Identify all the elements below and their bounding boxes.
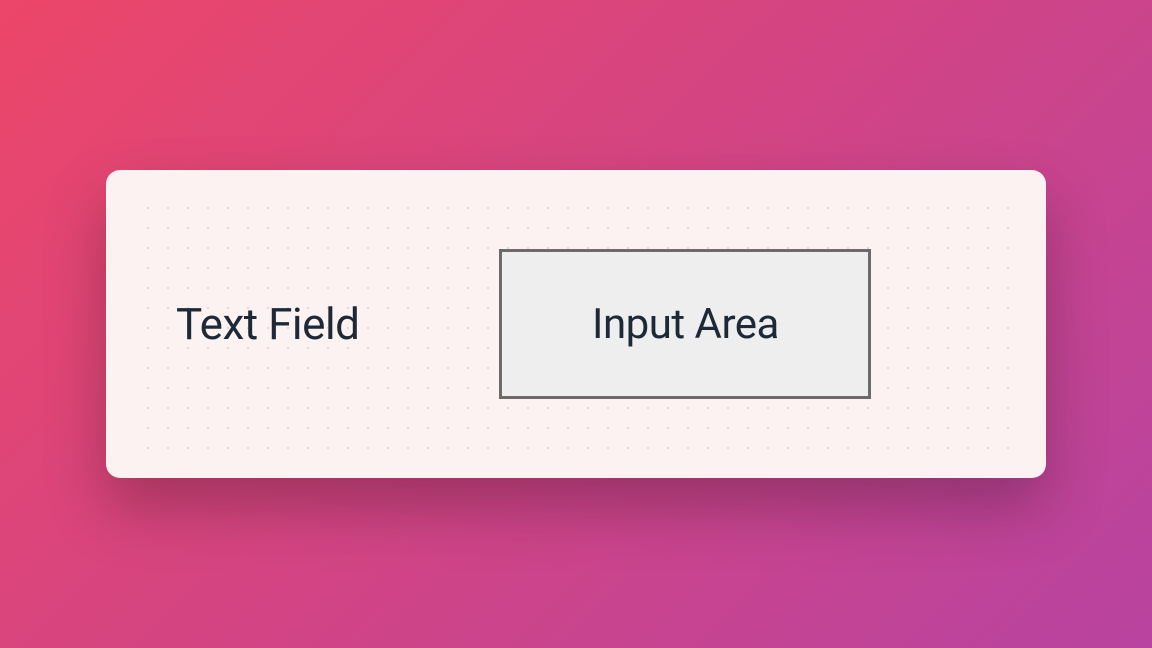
text-field-label: Text Field	[176, 298, 359, 350]
input-area[interactable]: Input Area	[499, 249, 871, 399]
form-card: Text Field Input Area	[106, 170, 1046, 478]
form-content-area: Text Field Input Area	[138, 198, 1014, 450]
input-placeholder-text: Input Area	[592, 300, 779, 349]
